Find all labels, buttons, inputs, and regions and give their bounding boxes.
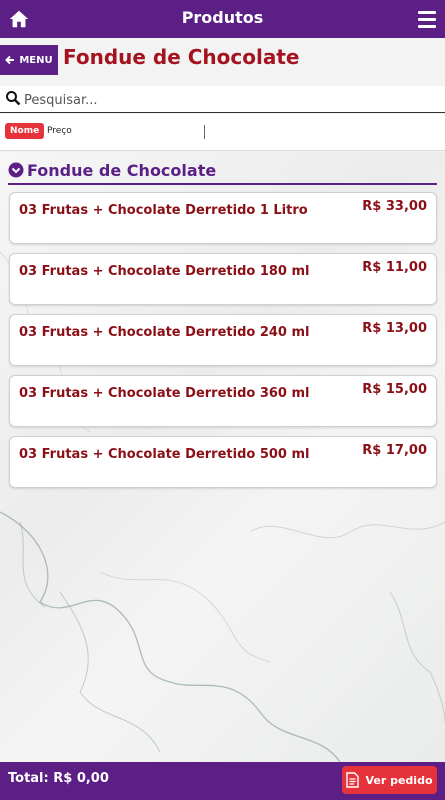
product-card[interactable]: 03 Frutas + Chocolate Derretido 240 ml R… bbox=[9, 314, 437, 366]
header-title: Produtos bbox=[181, 8, 264, 27]
arrow-left-icon bbox=[5, 55, 15, 65]
product-price: R$ 17,00 bbox=[362, 443, 427, 458]
search-input[interactable] bbox=[22, 89, 426, 111]
hamburger-icon[interactable] bbox=[418, 11, 436, 28]
top-bar: Produtos bbox=[0, 0, 445, 38]
product-name: 03 Frutas + Chocolate Derretido 180 ml bbox=[19, 264, 310, 279]
product-name: 03 Frutas + Chocolate Derretido 1 Litro bbox=[19, 203, 308, 218]
sort-bar: Nome Preço bbox=[0, 114, 445, 151]
menu-label: MENU bbox=[19, 54, 53, 66]
sort-divider bbox=[204, 125, 205, 139]
order-total: Total: R$ 0,00 bbox=[8, 771, 109, 786]
sort-by-price-button[interactable]: Preço bbox=[47, 126, 72, 136]
category-title: Fondue de Chocolate bbox=[27, 161, 217, 180]
chevron-down-icon bbox=[8, 162, 24, 178]
menu-back-button[interactable]: MENU bbox=[0, 45, 58, 75]
product-card[interactable]: 03 Frutas + Chocolate Derretido 500 ml R… bbox=[9, 436, 437, 488]
product-price: R$ 13,00 bbox=[362, 321, 427, 336]
product-card[interactable]: 03 Frutas + Chocolate Derretido 180 ml R… bbox=[9, 253, 437, 305]
product-price: R$ 33,00 bbox=[362, 199, 427, 214]
bottom-bar: Total: R$ 0,00 Ver pedido bbox=[0, 762, 445, 800]
view-order-label: Ver pedido bbox=[365, 773, 433, 787]
product-name: 03 Frutas + Chocolate Derretido 500 ml bbox=[19, 447, 310, 462]
view-order-button[interactable]: Ver pedido bbox=[342, 766, 437, 794]
sort-by-name-button[interactable]: Nome bbox=[5, 123, 45, 139]
product-card[interactable]: 03 Frutas + Chocolate Derretido 1 Litro … bbox=[9, 192, 437, 244]
category-header[interactable]: Fondue de Chocolate bbox=[8, 161, 437, 185]
search-bar bbox=[0, 86, 445, 113]
document-icon bbox=[346, 772, 360, 788]
product-price: R$ 15,00 bbox=[362, 382, 427, 397]
product-card[interactable]: 03 Frutas + Chocolate Derretido 360 ml R… bbox=[9, 375, 437, 427]
page-title: Fondue de Chocolate bbox=[63, 45, 300, 69]
search-icon bbox=[6, 91, 21, 106]
product-name: 03 Frutas + Chocolate Derretido 360 ml bbox=[19, 386, 310, 401]
product-name: 03 Frutas + Chocolate Derretido 240 ml bbox=[19, 325, 310, 340]
product-price: R$ 11,00 bbox=[362, 260, 427, 275]
